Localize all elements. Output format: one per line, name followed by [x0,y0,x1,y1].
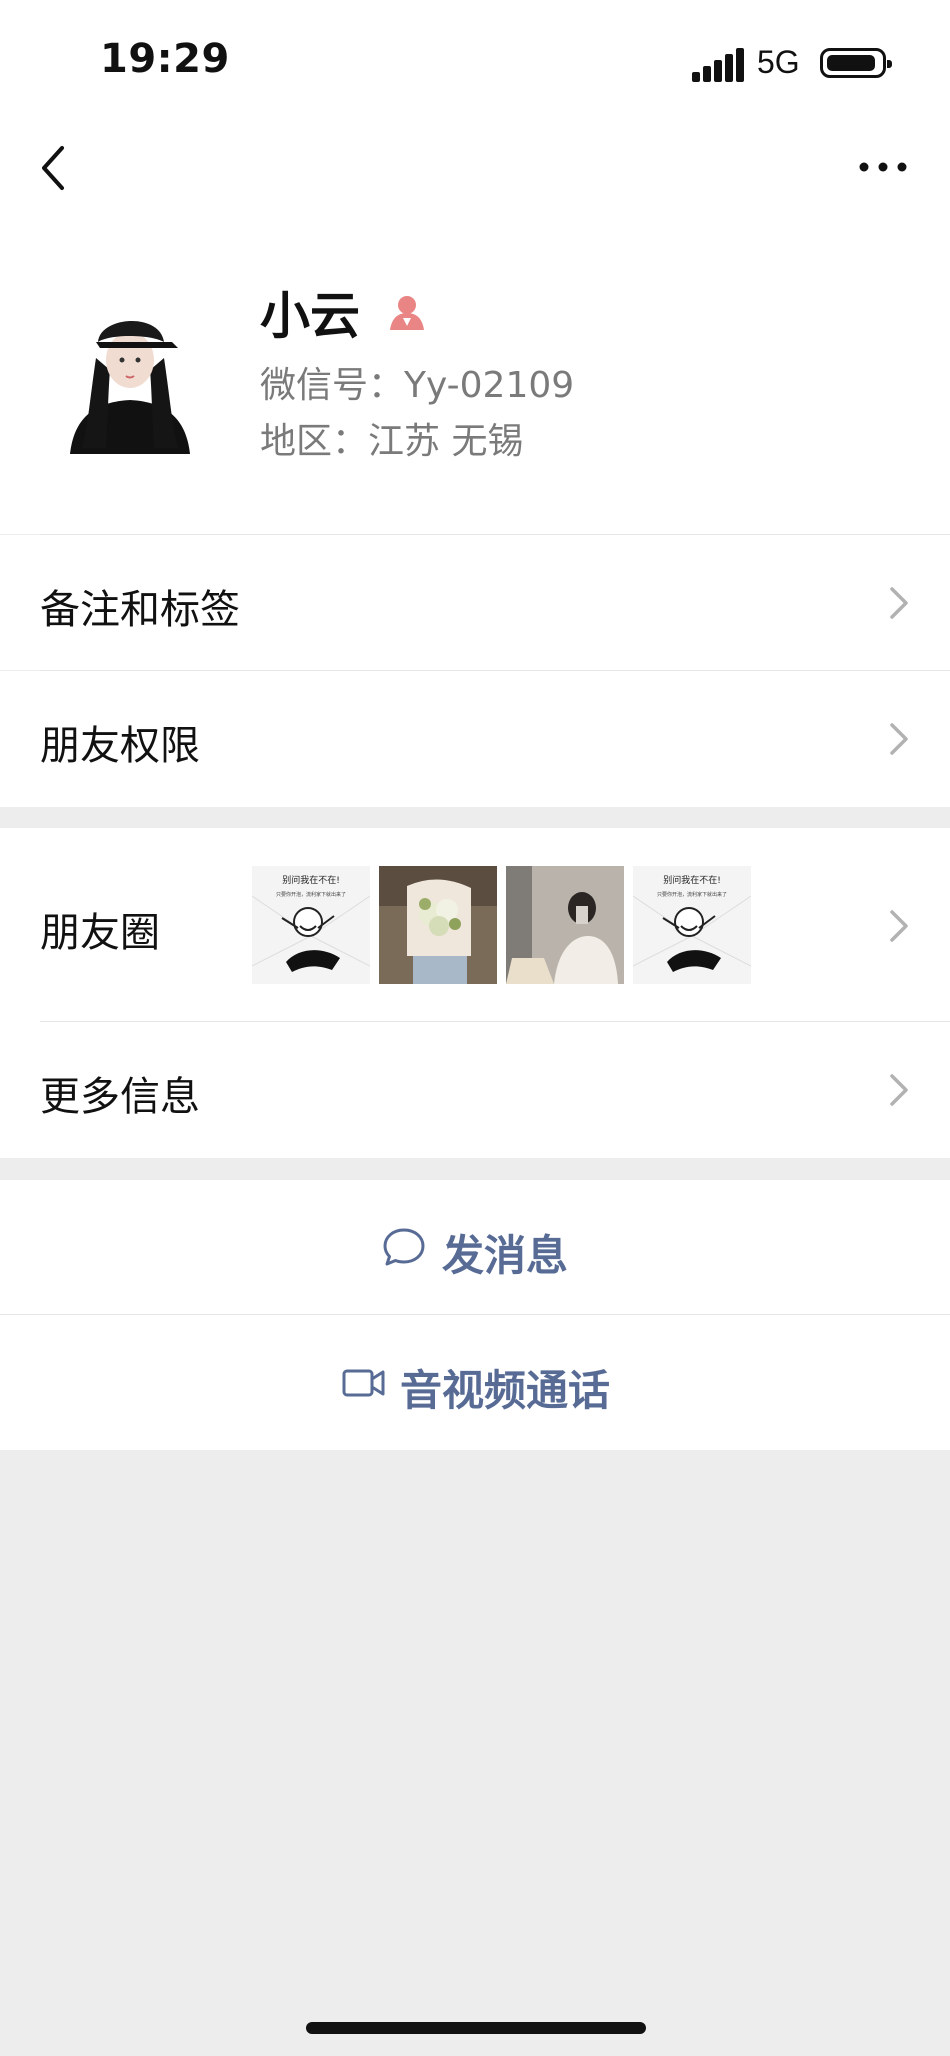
send-message-button[interactable]: 发消息 [0,1180,950,1314]
chevron-right-icon [890,910,908,942]
friend-permissions-label: 朋友权限 [40,723,200,769]
avatar[interactable] [60,298,200,454]
more-info-label: 更多信息 [40,1074,200,1120]
chevron-right-icon [890,723,908,755]
svg-text:别问我在不在!: 别问我在不在! [663,874,721,886]
moments-label: 朋友圈 [40,910,160,956]
more-options-icon[interactable] [858,150,908,184]
remark-tags-label: 备注和标签 [40,587,240,633]
region: 地区：江苏 无锡 [260,421,524,462]
home-indicator[interactable] [306,2022,646,2034]
wechat-id: 微信号：Yy-02109 [260,365,575,406]
profile-name: 小云 [260,287,360,345]
svg-text:只要你开泡，流利家下就出来了: 只要你开泡，流利家下就出来了 [657,891,727,898]
svg-text:只要你开泡，流利家下就出来了: 只要你开泡，流利家下就出来了 [276,891,346,898]
chevron-right-icon [890,1074,908,1106]
moments-thumbnail[interactable] [506,866,624,984]
svg-text:别问我在不在!: 别问我在不在! [282,874,340,886]
chevron-right-icon [890,587,908,619]
video-call-button[interactable]: 音视频通话 [0,1315,950,1450]
female-icon [390,296,424,330]
moments-thumbnail[interactable]: 别问我在不在! 只要你开泡，流利家下就出来了 [633,866,751,984]
send-message-label: 发消息 [442,1231,569,1280]
back-icon[interactable] [36,140,76,196]
moments-thumbnail[interactable]: 别问我在不在! 只要你开泡，流利家下就出来了 [252,866,370,984]
status-time: 19:29 [100,36,230,82]
video-call-label: 音视频通话 [400,1366,611,1415]
signal-icon [692,48,744,82]
chat-bubble-icon [383,1228,425,1266]
moments-thumbnail[interactable] [379,866,497,984]
network-type: 5G [757,44,800,80]
remark-tags-row[interactable]: 备注和标签 [0,535,950,670]
friend-permissions-row[interactable]: 朋友权限 [0,671,950,807]
battery-icon [820,48,892,78]
more-info-row[interactable]: 更多信息 [0,1022,950,1158]
video-camera-icon [342,1369,385,1397]
